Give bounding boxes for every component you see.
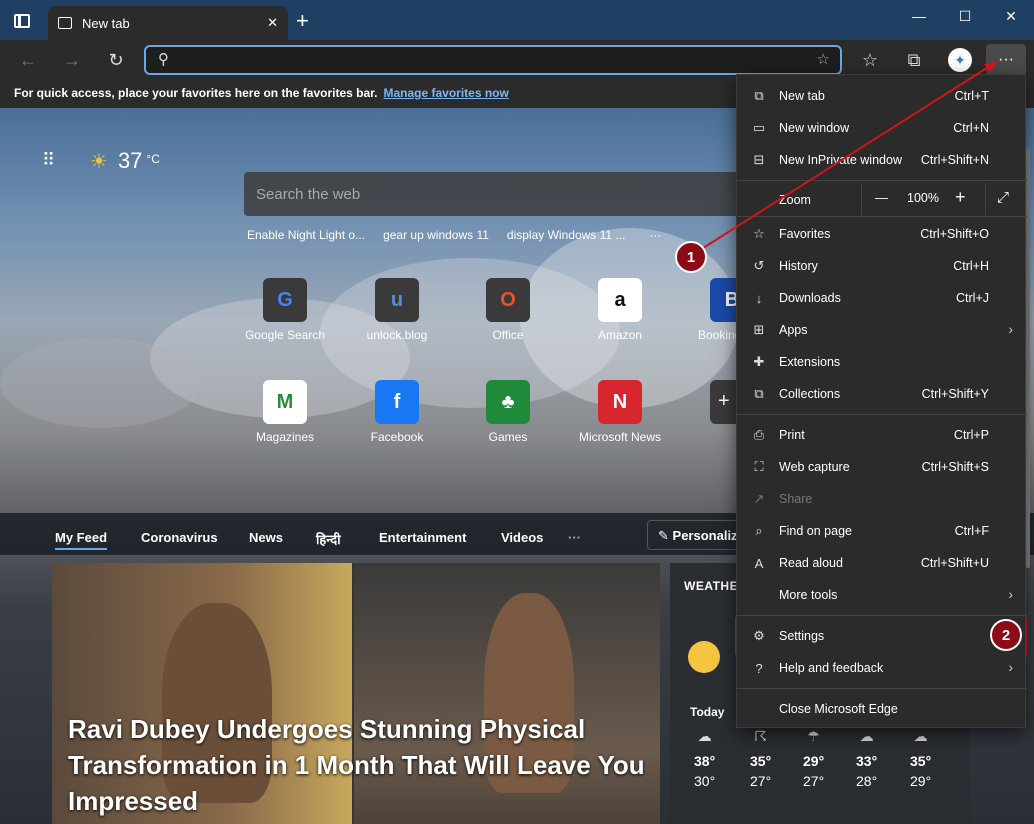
annotation-arrow <box>699 61 998 251</box>
step-1-badge: 1 <box>675 241 707 273</box>
step-2-badge: 2 <box>990 619 1022 651</box>
